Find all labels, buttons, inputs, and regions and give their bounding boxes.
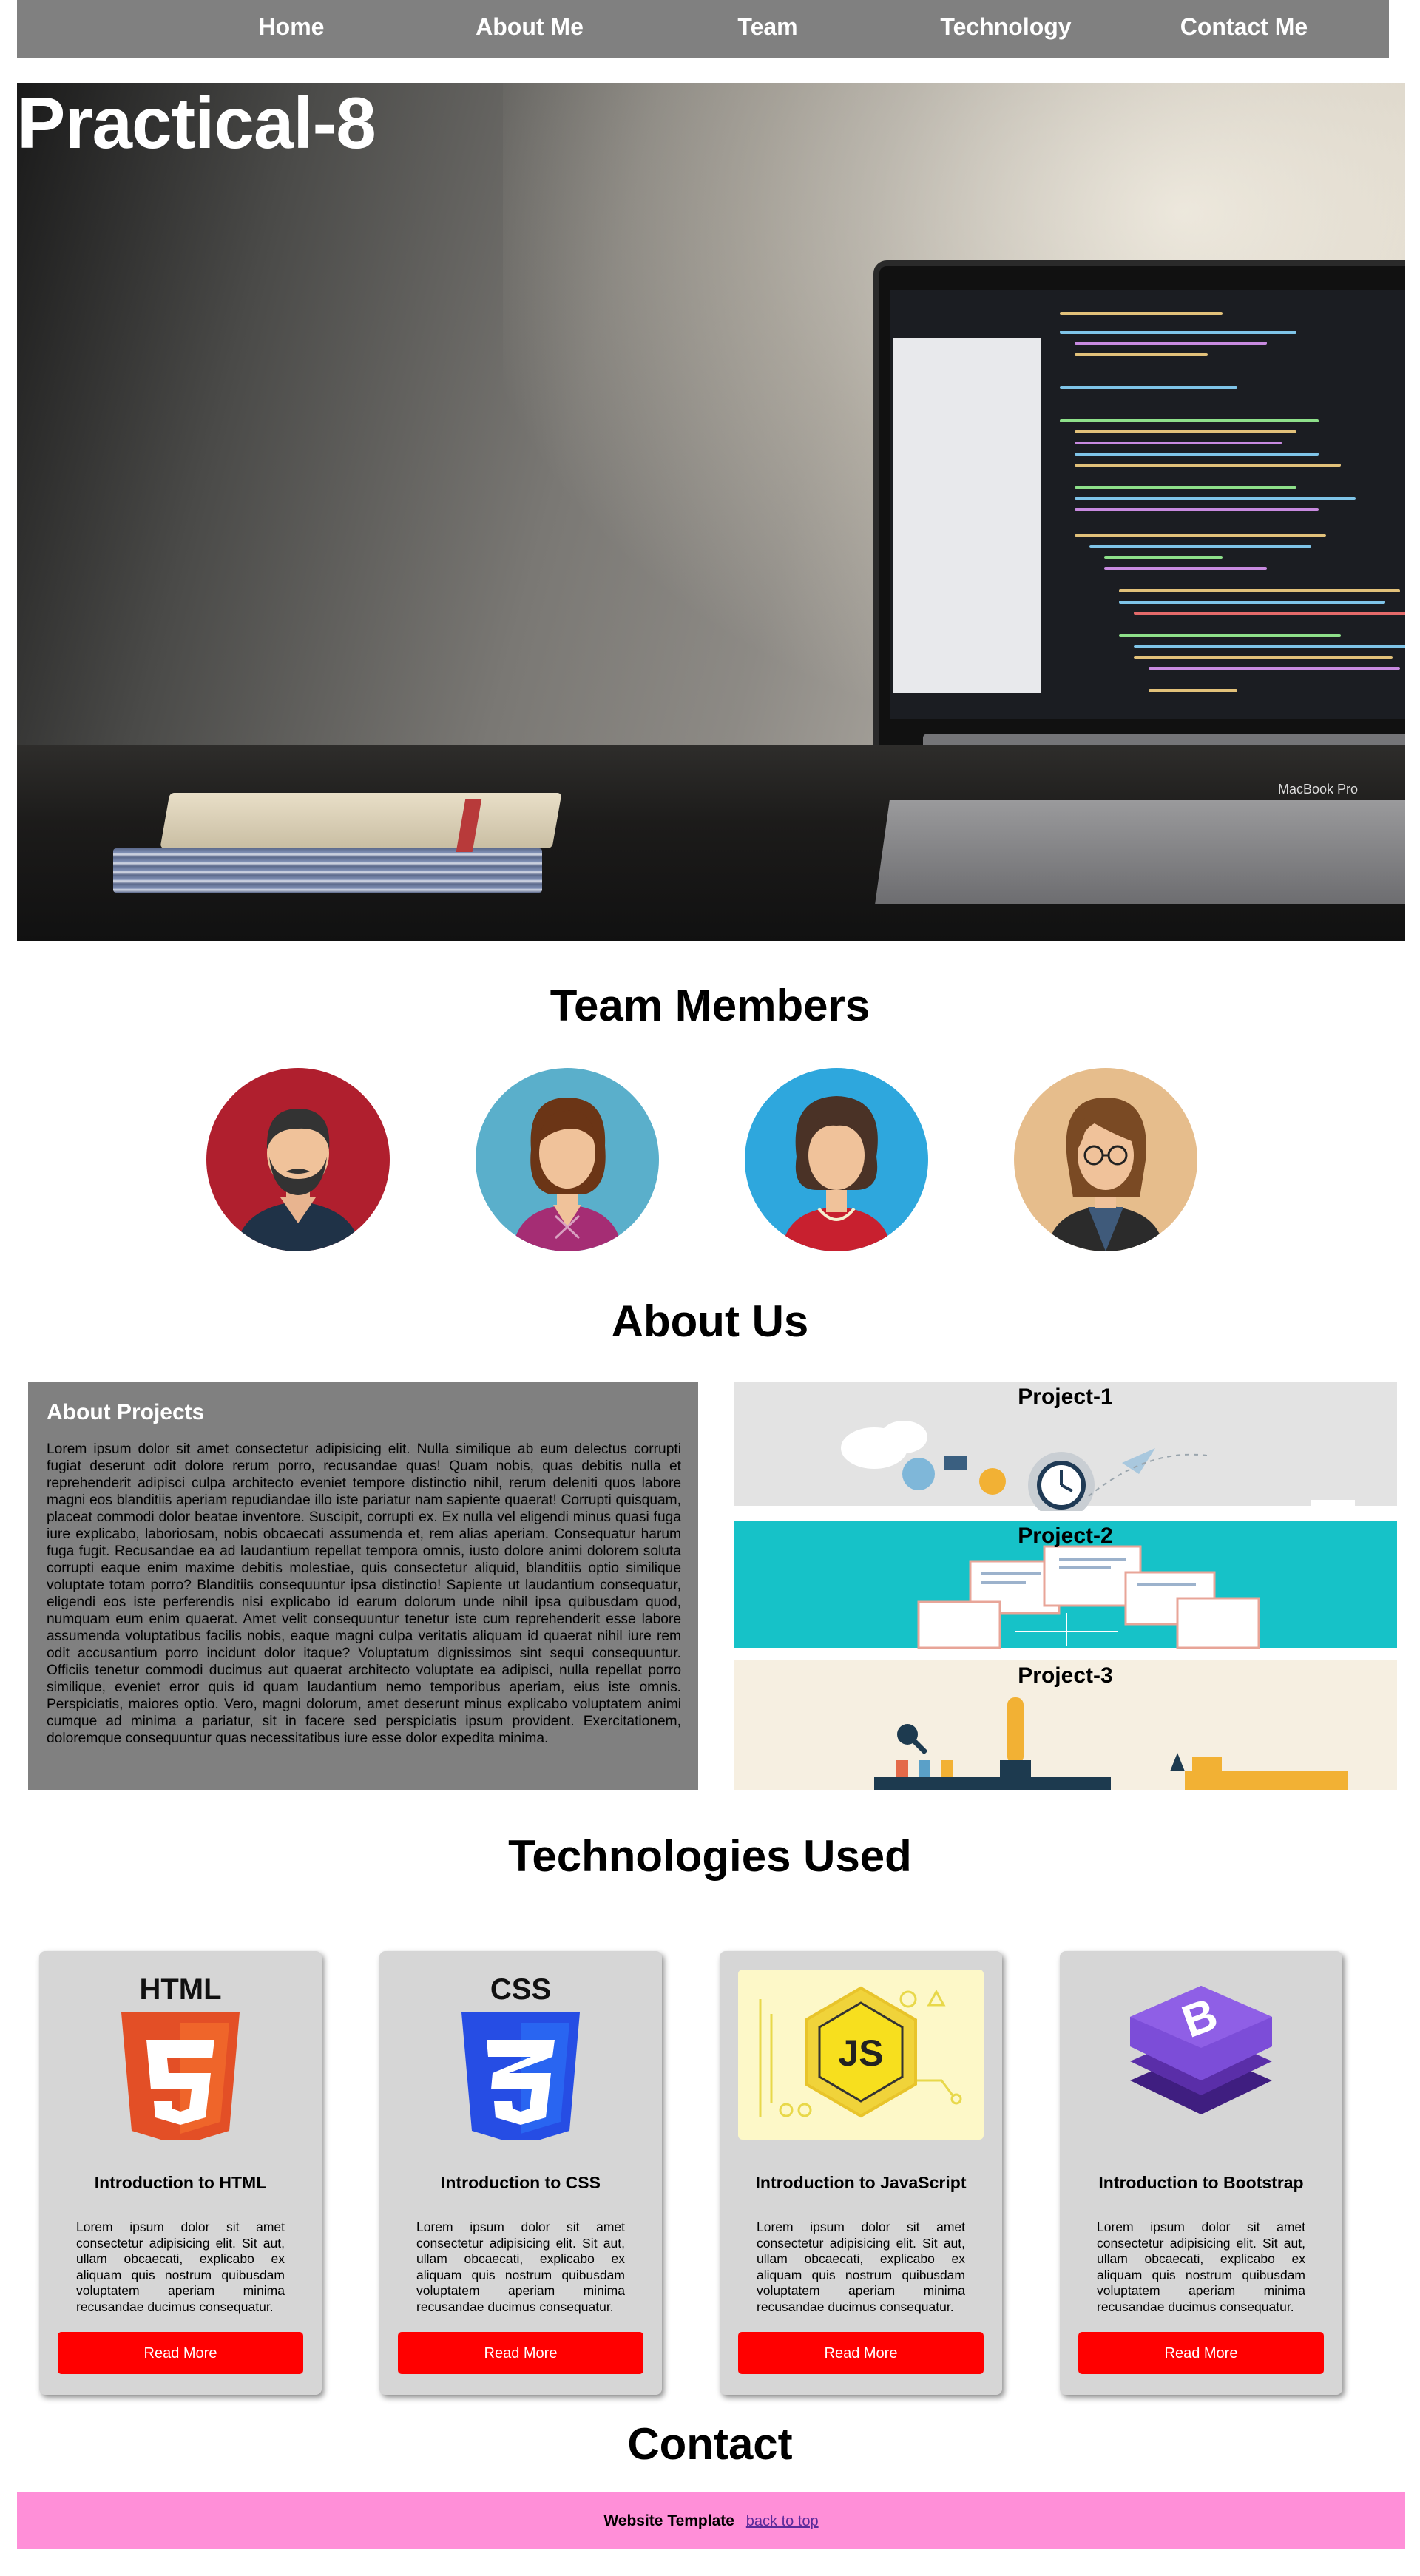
javascript-card-text: Lorem ipsum dolor sit amet consectetur a… xyxy=(757,2220,965,2314)
contact-heading: Contact xyxy=(627,2419,793,2469)
css-card: CSS Introduction to CSS Lorem ipsum dolo… xyxy=(379,1951,662,2395)
project-2-card[interactable]: Project-2 xyxy=(734,1521,1397,1651)
page-title: Practical-8 xyxy=(17,83,376,163)
bootstrap-logo-icon: B xyxy=(1078,1970,1324,2140)
hero-laptop-label: MacBook Pro xyxy=(1278,782,1359,797)
javascript-logo-icon: JS xyxy=(738,1970,984,2140)
hero-laptop-base xyxy=(875,800,1405,904)
svg-text:HTML: HTML xyxy=(139,1973,221,2006)
project-2-label: Project-2 xyxy=(1018,1524,1113,1548)
project-3-label: Project-3 xyxy=(1018,1663,1113,1688)
footer: Website Template back to top xyxy=(17,2492,1405,2549)
javascript-card-title: Introduction to JavaScript xyxy=(755,2173,967,2192)
woman-glasses-avatar-icon xyxy=(1014,1068,1197,1251)
nav-home-link[interactable]: Home xyxy=(203,0,380,58)
svg-text:JS: JS xyxy=(838,2032,883,2074)
man-beard-avatar-icon xyxy=(206,1068,390,1251)
footer-text: Website Template xyxy=(604,2512,734,2529)
nav-contact-me-link[interactable]: Contact Me xyxy=(1155,0,1333,58)
bootstrap-read-more-button[interactable]: Read More xyxy=(1078,2332,1324,2374)
html5-logo-icon: HTML xyxy=(58,1970,303,2146)
bootstrap-card-text: Lorem ipsum dolor sit amet consectetur a… xyxy=(1097,2220,1305,2314)
about-panel-title: About Projects xyxy=(47,1400,205,1424)
hero-banner: MacBook Pro Practical-8 xyxy=(17,83,1405,941)
project-1-card[interactable]: Project-1 xyxy=(734,1382,1397,1511)
css-read-more-button[interactable]: Read More xyxy=(398,2332,643,2374)
about-heading: About Us xyxy=(611,1297,809,1346)
team-heading: Team Members xyxy=(550,981,870,1030)
nav-about-me-link[interactable]: About Me xyxy=(441,0,618,58)
hero-file-tree xyxy=(893,338,1041,693)
about-panel-text: Lorem ipsum dolor sit amet consectetur a… xyxy=(47,1441,681,1746)
css3-logo-icon: CSS xyxy=(398,1970,643,2146)
bootstrap-card: B Introduction to Bootstrap Lorem ipsum … xyxy=(1060,1951,1342,2395)
javascript-card: JS Introduction to JavaScript Lorem ipsu… xyxy=(720,1951,1002,2395)
about-projects-panel: About Projects Lorem ipsum dolor sit ame… xyxy=(28,1382,698,1790)
woman-curly-hair-avatar-icon xyxy=(745,1068,928,1251)
javascript-read-more-button[interactable]: Read More xyxy=(738,2332,984,2374)
project-1-label: Project-1 xyxy=(1018,1385,1113,1409)
svg-text:CSS: CSS xyxy=(490,1973,551,2006)
css-card-text: Lorem ipsum dolor sit amet consectetur a… xyxy=(416,2220,625,2314)
bootstrap-card-title: Introduction to Bootstrap xyxy=(1098,2173,1304,2192)
html-card: HTML Introduction to HTML Lorem ipsum do… xyxy=(39,1951,322,2395)
hero-book xyxy=(160,793,562,848)
hero-book-stack xyxy=(113,848,542,893)
technologies-heading: Technologies Used xyxy=(508,1831,912,1881)
back-to-top-link[interactable]: back to top xyxy=(746,2513,819,2529)
css-card-title: Introduction to CSS xyxy=(441,2173,601,2192)
project-3-card[interactable]: Project-3 xyxy=(734,1660,1397,1790)
woman-brown-hair-avatar-icon xyxy=(476,1068,659,1251)
html-card-text: Lorem ipsum dolor sit amet consectetur a… xyxy=(76,2220,285,2314)
nav-team-link[interactable]: Team xyxy=(679,0,856,58)
top-navbar: Home About Me Team Technology Contact Me xyxy=(17,0,1389,58)
html-read-more-button[interactable]: Read More xyxy=(58,2332,303,2374)
nav-technology-link[interactable]: Technology xyxy=(917,0,1095,58)
html-card-title: Introduction to HTML xyxy=(94,2173,267,2192)
